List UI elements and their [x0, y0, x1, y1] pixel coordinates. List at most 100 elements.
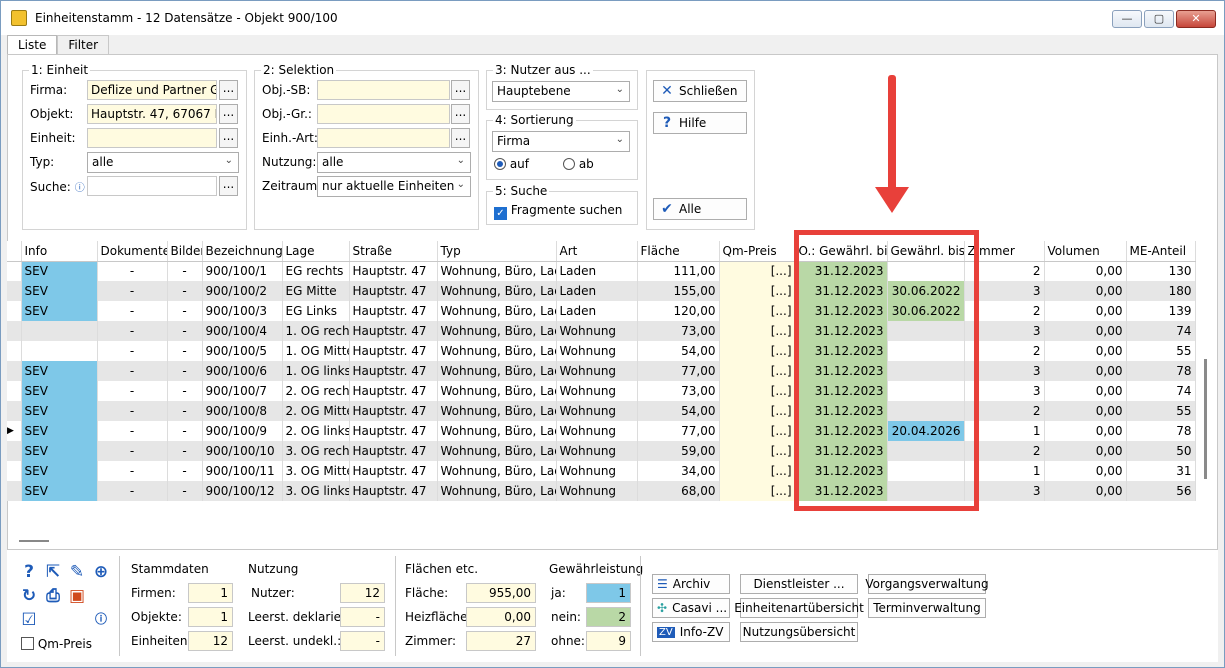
suche-browse-button[interactable]: ... [219, 176, 238, 196]
sort-ab-option[interactable]: ab [563, 157, 594, 171]
row-selector[interactable] [7, 281, 22, 301]
nutzungsuebersicht-button[interactable]: Nutzungsübersicht [740, 622, 858, 642]
einheitenart-button[interactable]: Einheitenartübersicht [734, 598, 864, 618]
cell-art[interactable]: Wohnung [556, 401, 638, 421]
row-selector[interactable] [7, 481, 22, 501]
zeitraum-select[interactable]: nur aktuelle Einheiten ⌄ [317, 176, 471, 197]
einhart-browse-button[interactable]: ... [451, 128, 470, 148]
cell-me[interactable]: 56 [1126, 481, 1196, 501]
cell-bez[interactable]: 900/100/4 [202, 321, 283, 341]
cell-str[interactable]: Hauptstr. 47 [349, 361, 438, 381]
cell-art[interactable]: Wohnung [556, 361, 638, 381]
objekt-browse-button[interactable]: ... [219, 104, 238, 124]
cell-bez[interactable]: 900/100/2 [202, 281, 283, 301]
cell-str[interactable]: Hauptstr. 47 [349, 421, 438, 441]
cell-str[interactable]: Hauptstr. 47 [349, 281, 438, 301]
cell-info[interactable] [21, 321, 98, 341]
hilfe-button[interactable]: ? Hilfe [653, 112, 747, 134]
cell-art[interactable]: Wohnung [556, 321, 638, 341]
cell-info[interactable] [21, 341, 98, 361]
cell-dok[interactable]: - [97, 261, 168, 281]
close-button[interactable]: ✕ [1176, 10, 1216, 28]
cell-bild[interactable]: - [167, 301, 203, 321]
row-selector[interactable] [7, 321, 22, 341]
table-row[interactable]: SEV - -900/100/1 EG rechts Hauptstr. 47 Wohnu… [7, 261, 1196, 281]
fragmente-checkbox[interactable]: ✓ Fragmente suchen [494, 203, 622, 220]
cell-volumen[interactable]: 0,00 [1044, 401, 1127, 421]
cell-typ[interactable]: Wohnung, Büro, Laden [437, 321, 557, 341]
cell-me[interactable]: 139 [1126, 301, 1196, 321]
objsb-field[interactable] [317, 80, 450, 100]
cell-flaeche[interactable]: 77,00 [637, 361, 720, 381]
cell-info[interactable]: SEV [21, 401, 98, 421]
cell-art[interactable]: Laden [556, 261, 638, 281]
qm-preis-checkbox[interactable]: Qm-Preis [21, 637, 92, 651]
suche-field[interactable] [87, 176, 217, 196]
col-header[interactable]: ME-Anteil [1126, 241, 1196, 262]
cell-bez[interactable]: 900/100/8 [202, 401, 283, 421]
row-selector[interactable] [7, 361, 22, 381]
cell-bez[interactable]: 900/100/10 [202, 441, 283, 461]
casavi-button[interactable]: ✣ Casavi ... [652, 598, 730, 618]
cell-me[interactable]: 78 [1126, 361, 1196, 381]
cell-volumen[interactable]: 0,00 [1044, 461, 1127, 481]
cell-str[interactable]: Hauptstr. 47 [349, 461, 438, 481]
cell-bild[interactable]: - [167, 281, 203, 301]
nutzer-select[interactable]: Hauptebene ⌄ [492, 81, 630, 102]
cell-qm[interactable]: [...] [719, 281, 796, 301]
cell-dok[interactable]: - [97, 301, 168, 321]
cell-art[interactable]: Wohnung [556, 461, 638, 481]
cell-dok[interactable]: - [97, 361, 168, 381]
table-row[interactable]: ▶ SEV - -900/100/9 2. OG links Hauptstr. 47 Wo… [7, 421, 1196, 441]
vertical-scrollbar[interactable] [1199, 241, 1211, 509]
table-row[interactable]: SEV - -900/100/2 EG Mitte Hauptstr. 47 Wohnun… [7, 281, 1196, 301]
cell-bez[interactable]: 900/100/9 [202, 421, 283, 441]
cell-flaeche[interactable]: 120,00 [637, 301, 720, 321]
cell-typ[interactable]: Wohnung, Büro, Laden [437, 481, 557, 501]
cell-str[interactable]: Hauptstr. 47 [349, 301, 438, 321]
col-header[interactable]: Qm-Preis [719, 241, 796, 262]
cell-bez[interactable]: 900/100/5 [202, 341, 283, 361]
cell-volumen[interactable]: 0,00 [1044, 321, 1127, 341]
cell-bild[interactable]: - [167, 261, 203, 281]
cell-me[interactable]: 31 [1126, 461, 1196, 481]
row-selector[interactable] [7, 461, 22, 481]
col-header[interactable]: Fläche [637, 241, 720, 262]
cell-bez[interactable]: 900/100/3 [202, 301, 283, 321]
cell-lage[interactable]: 1. OG Mitte [282, 341, 350, 361]
cell-bez[interactable]: 900/100/6 [202, 361, 283, 381]
firma-field[interactable]: Deflize und Partner GmbH [87, 80, 217, 100]
table-row[interactable]: SEV - -900/100/6 1. OG links Hauptstr. 47 Woh… [7, 361, 1196, 381]
cell-volumen[interactable]: 0,00 [1044, 301, 1127, 321]
cell-info[interactable]: SEV [21, 461, 98, 481]
infozv-button[interactable]: ZV Info-ZV [652, 622, 730, 642]
cell-flaeche[interactable]: 73,00 [637, 321, 720, 341]
refresh-icon[interactable]: ↻ [19, 586, 39, 606]
cell-flaeche[interactable]: 77,00 [637, 421, 720, 441]
row-selector[interactable]: ▶ [7, 421, 22, 441]
cell-flaeche[interactable]: 111,00 [637, 261, 720, 281]
cell-art[interactable]: Wohnung [556, 441, 638, 461]
cell-lage[interactable]: 2. OG rechts [282, 381, 350, 401]
cell-bild[interactable]: - [167, 361, 203, 381]
col-header[interactable]: Lage [282, 241, 350, 262]
cell-bez[interactable]: 900/100/7 [202, 381, 283, 401]
col-header[interactable]: Art [556, 241, 638, 262]
cell-qm[interactable]: [...] [719, 401, 796, 421]
col-header[interactable]: Straße [349, 241, 438, 262]
cell-art[interactable]: Laden [556, 301, 638, 321]
tab-filter[interactable]: Filter [57, 35, 110, 55]
maximize-button[interactable]: ▢ [1144, 10, 1174, 28]
cell-str[interactable]: Hauptstr. 47 [349, 341, 438, 361]
cell-qm[interactable]: [...] [719, 301, 796, 321]
cell-art[interactable]: Wohnung [556, 341, 638, 361]
row-selector[interactable] [7, 301, 22, 321]
cell-me[interactable]: 50 [1126, 441, 1196, 461]
table-row[interactable]: SEV--900/100/103. OG rechtsHauptstr. 47W… [7, 441, 1196, 461]
cell-lage[interactable]: 3. OG links [282, 481, 350, 501]
cell-qm[interactable]: [...] [719, 321, 796, 341]
cell-typ[interactable]: Wohnung, Büro, Laden [437, 361, 557, 381]
row-selector[interactable] [7, 381, 22, 401]
cell-flaeche[interactable]: 73,00 [637, 381, 720, 401]
schliessen-button[interactable]: ✕ Schließen [653, 80, 747, 102]
